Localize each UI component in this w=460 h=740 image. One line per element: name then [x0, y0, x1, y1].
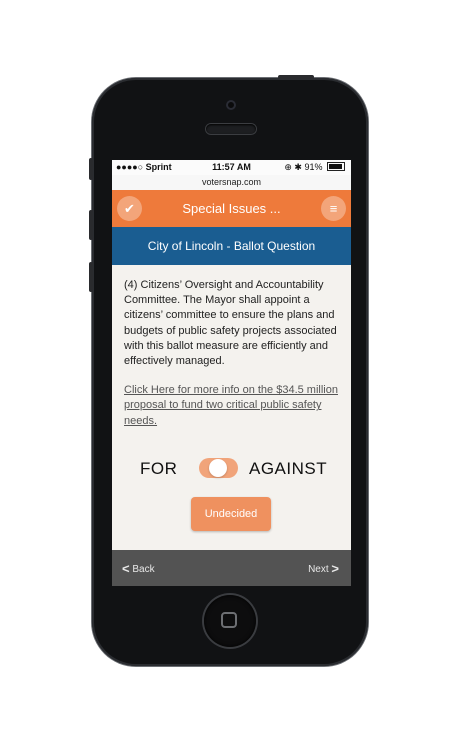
against-label[interactable]: AGAINST: [249, 459, 327, 479]
status-bar: ●●●●○ Sprint 11:57 AM ⊕ ✱ 91%: [112, 160, 351, 175]
front-camera: [226, 100, 236, 110]
phone-screen: ●●●●○ Sprint 11:57 AM ⊕ ✱ 91% votersnap.…: [112, 160, 351, 586]
mute-switch: [89, 158, 93, 180]
bluetooth-icon: ✱: [294, 162, 302, 172]
volume-up-button: [89, 210, 93, 240]
footer-nav: < Back Next >: [112, 550, 351, 586]
back-label: Back: [132, 564, 155, 575]
vote-toggle[interactable]: [199, 458, 238, 478]
home-square-icon: [221, 612, 237, 628]
ballot-content: (4) Citizens’ Oversight and Accountabili…: [124, 278, 346, 429]
next-label: Next: [308, 564, 329, 575]
toggle-knob[interactable]: [209, 459, 227, 477]
ballot-paragraph: (4) Citizens’ Oversight and Accountabili…: [124, 279, 337, 368]
ballot-question-header: City of Lincoln - Ballot Question: [112, 227, 351, 265]
lock-rotation-icon: ⊕: [284, 162, 292, 172]
chevron-left-icon: <: [122, 561, 130, 576]
app-header: ✔ Special Issues ... ≡: [112, 190, 351, 227]
power-button: [278, 75, 314, 79]
hamburger-menu-icon[interactable]: ≡: [321, 196, 346, 221]
home-button[interactable]: [204, 595, 256, 647]
chevron-right-icon: >: [331, 561, 339, 576]
undecided-button[interactable]: Undecided: [191, 497, 271, 531]
back-button[interactable]: < Back: [122, 561, 155, 576]
battery-icon: [327, 162, 345, 171]
vote-row: FOR AGAINST: [112, 456, 351, 480]
earpiece-speaker: [206, 124, 256, 134]
volume-down-button: [89, 262, 93, 292]
page-title: Special Issues ...: [182, 201, 281, 216]
for-label[interactable]: FOR: [140, 459, 177, 479]
status-right: ⊕ ✱ 91%: [284, 162, 345, 173]
battery-percent: 91%: [304, 162, 323, 172]
more-info-link[interactable]: Click Here for more info on the $34.5 mi…: [124, 383, 346, 429]
url-bar[interactable]: votersnap.com: [112, 175, 351, 191]
next-button[interactable]: Next >: [308, 561, 339, 576]
